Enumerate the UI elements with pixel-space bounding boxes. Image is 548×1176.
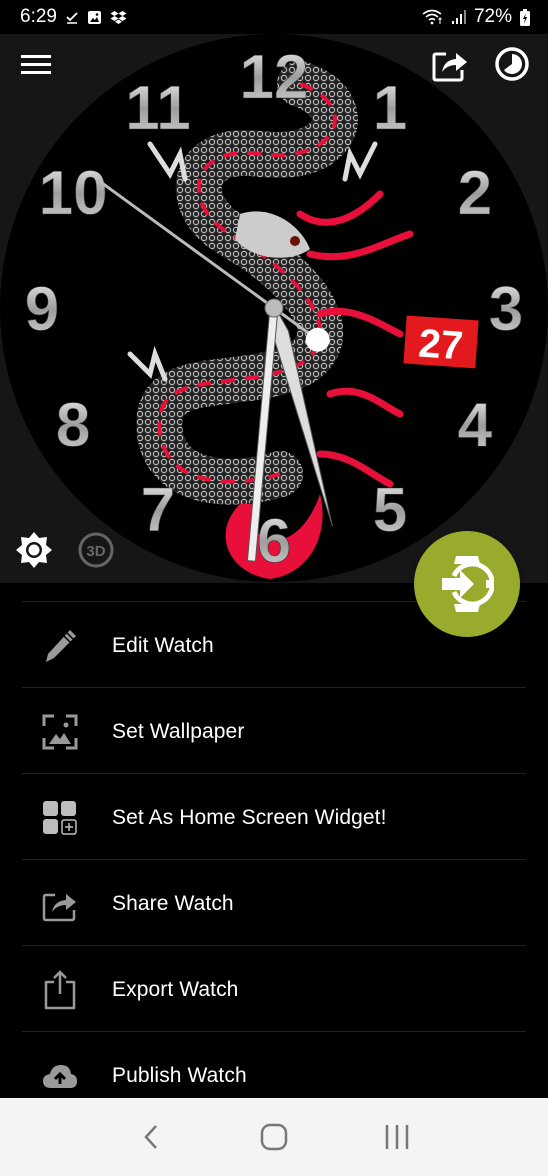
dropbox-icon	[110, 10, 127, 25]
second-hand-counterweight	[305, 327, 330, 352]
menu-item-share-watch[interactable]: Share Watch	[22, 861, 526, 946]
date-text: 27	[417, 321, 464, 368]
home-icon	[260, 1123, 288, 1151]
pencil-icon	[40, 626, 80, 666]
numeral-3: 3	[489, 275, 523, 344]
menu-divider	[22, 945, 526, 946]
menu-item-export-watch[interactable]: Export Watch	[22, 947, 526, 1032]
menu-item-label: Set Wallpaper	[112, 719, 245, 743]
share-icon	[432, 52, 467, 82]
theme-toggle-button[interactable]	[490, 42, 534, 86]
3d-icon: 3D	[78, 532, 114, 568]
numeral-5: 5	[373, 476, 407, 545]
watch-actions-menu: Edit Watch Set Wallpaper Set As Home Scr…	[0, 583, 548, 1098]
watch-preview: 12 1 2 3 4 5 6 7 8 9 10 11 27 3D	[0, 34, 548, 583]
cloud-upload-icon	[40, 1056, 80, 1096]
theme-toggle-icon	[495, 47, 529, 81]
center-cap	[264, 298, 284, 318]
hamburger-menu-icon	[21, 55, 51, 74]
signal-icon	[451, 10, 466, 24]
menu-item-label: Edit Watch	[112, 633, 214, 657]
date-window: 27	[403, 315, 479, 368]
brightness-icon	[16, 532, 52, 568]
image-icon	[87, 10, 102, 25]
home-button[interactable]	[244, 1107, 304, 1167]
menu-item-label: Publish Watch	[112, 1063, 247, 1087]
numeral-2: 2	[458, 159, 492, 228]
brightness-button[interactable]	[12, 528, 56, 572]
numeral-7: 7	[141, 476, 175, 545]
menu-divider	[22, 859, 526, 860]
numeral-11: 11	[125, 74, 191, 143]
battery-charging-icon	[520, 8, 530, 26]
recents-icon	[385, 1125, 408, 1149]
menu-item-publish-watch[interactable]: Publish Watch	[22, 1033, 526, 1098]
status-time: 6:29	[20, 6, 57, 27]
sync-to-watch-button[interactable]	[414, 531, 520, 637]
numeral-12: 12	[240, 43, 309, 112]
checkmark-icon	[65, 10, 79, 24]
numeral-1: 1	[373, 74, 407, 143]
status-bar: 6:29 72%	[0, 0, 548, 34]
export-icon	[40, 969, 80, 1010]
wifi-icon	[422, 9, 444, 25]
menu-item-label: Export Watch	[112, 977, 239, 1001]
back-button[interactable]	[121, 1107, 181, 1167]
menu-item-label: Share Watch	[112, 891, 234, 915]
numeral-8: 8	[56, 391, 90, 460]
menu-item-home-widget[interactable]: Set As Home Screen Widget!	[22, 775, 526, 860]
menu-item-set-wallpaper[interactable]: Set Wallpaper	[22, 689, 526, 774]
watch-sync-icon	[442, 556, 494, 612]
menu-divider	[22, 687, 526, 688]
hamburger-menu-button[interactable]	[14, 42, 58, 86]
numeral-6: 6	[257, 507, 291, 576]
3d-label: 3D	[86, 543, 105, 560]
menu-divider	[22, 1031, 526, 1032]
recents-button[interactable]	[367, 1107, 427, 1167]
numeral-9: 9	[25, 275, 59, 344]
menu-divider	[22, 773, 526, 774]
menu-item-label: Set As Home Screen Widget!	[112, 805, 387, 829]
battery-percent: 72%	[473, 6, 512, 27]
share-icon	[40, 884, 80, 924]
system-nav-bar	[0, 1098, 548, 1176]
widget-add-icon	[40, 798, 80, 838]
share-button[interactable]	[428, 42, 472, 86]
back-icon	[144, 1125, 158, 1149]
3d-toggle-button[interactable]: 3D	[74, 528, 118, 572]
watch-face[interactable]: 12 12 3 45 6 78 9 1011 27	[0, 34, 548, 582]
numeral-4: 4	[458, 391, 493, 460]
numeral-10: 10	[39, 159, 108, 228]
wallpaper-icon	[40, 712, 80, 752]
